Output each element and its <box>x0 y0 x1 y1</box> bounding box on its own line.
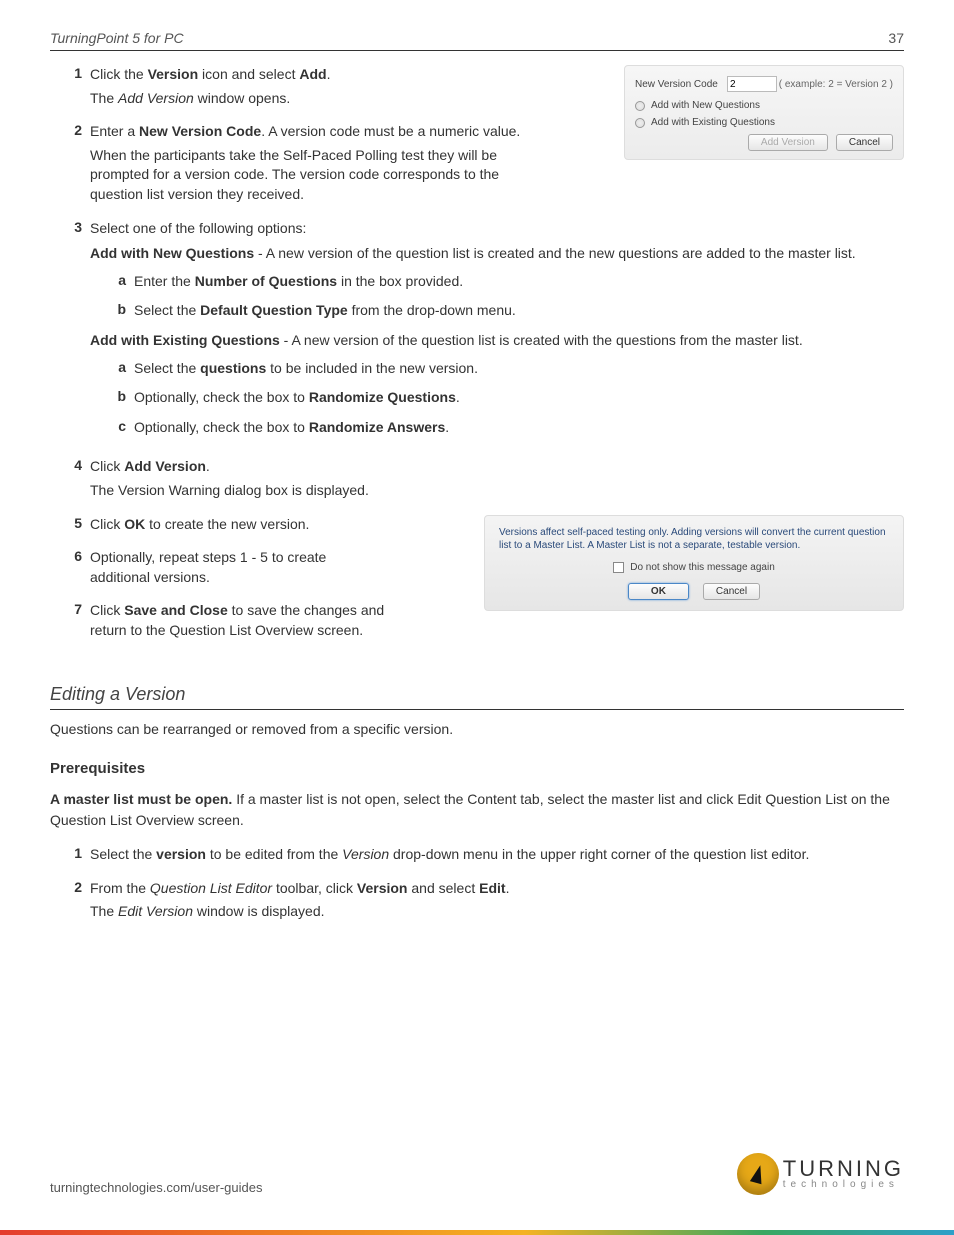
sub-marker: c <box>112 418 134 442</box>
step-item: 2Enter a New Version Code. A version cod… <box>68 122 610 208</box>
page-header: TurningPoint 5 for PC 37 <box>50 30 904 51</box>
prereq-body: A master list must be open. If a master … <box>50 789 904 831</box>
step-number: 7 <box>68 601 90 617</box>
step-item: 7Click Save and Close to save the change… <box>68 601 470 644</box>
edit-intro: Questions can be rearranged or removed f… <box>50 720 904 740</box>
warning-message: Versions affect self-paced testing only.… <box>499 526 889 552</box>
sub-list: aEnter the Number of Questions in the bo… <box>90 272 904 325</box>
step-number: 5 <box>68 515 90 531</box>
add-version-button[interactable]: Add Version <box>748 134 828 151</box>
step-item: 2From the Question List Editor toolbar, … <box>68 879 904 926</box>
checkbox-label: Do not show this message again <box>630 562 775 573</box>
page-footer: turningtechnologies.com/user-guides TURN… <box>50 1153 904 1195</box>
sub-marker: a <box>112 359 134 383</box>
radio-existing-questions[interactable]: Add with Existing Questions <box>651 117 775 128</box>
logo-brand: TURNING <box>783 1158 904 1180</box>
ok-button[interactable]: OK <box>628 583 689 600</box>
step-number: 3 <box>68 219 90 235</box>
editing-version-heading: Editing a Version <box>50 684 904 710</box>
logo-subbrand: technologies <box>783 1180 904 1190</box>
step-item: 3Select one of the following options:Add… <box>68 219 904 448</box>
footer-url: turningtechnologies.com/user-guides <box>50 1180 262 1195</box>
cancel-button[interactable]: Cancel <box>703 583 760 600</box>
sub-item: bSelect the Default Question Type from t… <box>112 301 904 325</box>
sub-marker: a <box>112 272 134 296</box>
sub-marker: b <box>112 388 134 412</box>
edit-step-list: 1Select the version to be edited from th… <box>50 845 904 926</box>
sub-item: aSelect the questions to be included in … <box>112 359 904 383</box>
sub-item: bOptionally, check the box to Randomize … <box>112 388 904 412</box>
step-number: 1 <box>68 65 90 81</box>
step-number: 1 <box>68 845 90 861</box>
step-item: 1Click the Version icon and select Add.T… <box>68 65 610 112</box>
code-label: New Version Code <box>635 79 727 90</box>
prereq-heading: Prerequisites <box>50 760 904 777</box>
step-number: 2 <box>68 122 90 138</box>
color-stripe <box>0 1230 954 1235</box>
step-number: 2 <box>68 879 90 895</box>
sub-marker: b <box>112 301 134 325</box>
cancel-button[interactable]: Cancel <box>836 134 893 151</box>
step-item: 6Optionally, repeat steps 1 - 5 to creat… <box>68 548 470 591</box>
step-item: 4Click Add Version.The Version Warning d… <box>68 457 904 504</box>
radio-icon[interactable] <box>635 118 645 128</box>
turning-logo: TURNING technologies <box>737 1153 904 1195</box>
radio-icon[interactable] <box>635 101 645 111</box>
do-not-show-checkbox[interactable] <box>613 562 624 573</box>
step-number: 6 <box>68 548 90 564</box>
page: TurningPoint 5 for PC 37 New Version Cod… <box>0 0 954 926</box>
sub-item: cOptionally, check the box to Randomize … <box>112 418 904 442</box>
step-number: 4 <box>68 457 90 473</box>
sub-list: aSelect the questions to be included in … <box>90 359 904 442</box>
add-version-dialog: New Version Code ( example: 2 = Version … <box>624 65 904 160</box>
sub-item: aEnter the Number of Questions in the bo… <box>112 272 904 296</box>
version-warning-dialog: Versions affect self-paced testing only.… <box>484 515 904 611</box>
logo-icon <box>737 1153 779 1195</box>
page-number: 37 <box>888 30 904 46</box>
radio-new-questions[interactable]: Add with New Questions <box>651 100 760 111</box>
code-example: ( example: 2 = Version 2 ) <box>779 79 893 90</box>
doc-title: TurningPoint 5 for PC <box>50 30 184 46</box>
step-item: 5Click OK to create the new version. <box>68 515 470 539</box>
version-code-input[interactable] <box>727 76 777 92</box>
step-item: 1Select the version to be edited from th… <box>68 845 904 869</box>
